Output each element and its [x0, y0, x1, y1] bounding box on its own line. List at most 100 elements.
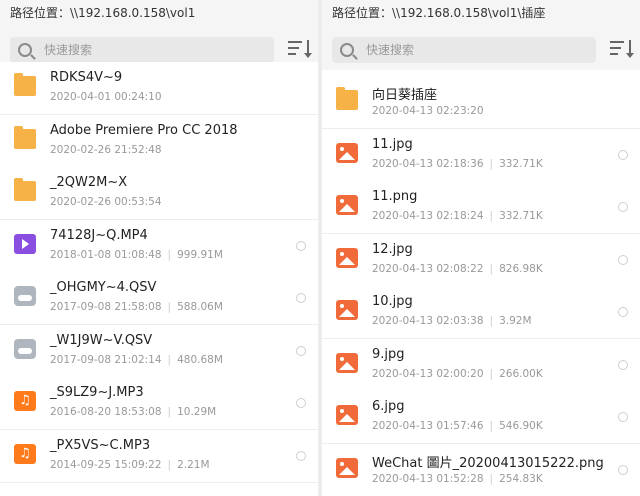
file-row[interactable]: 12.jpg 2020-04-13 02:08:22 | 826.98K	[322, 233, 640, 287]
meta-separator: |	[489, 420, 494, 432]
file-size: 480.68M	[177, 353, 223, 366]
file-name: 6.jpg	[372, 399, 405, 414]
file-date: 2016-08-20 18:53:08	[50, 406, 162, 418]
file-name: 12.jpg	[372, 241, 413, 257]
meta-separator: |	[489, 472, 494, 485]
meta-separator: |	[489, 210, 494, 222]
file-size: 332.71K	[499, 210, 543, 222]
file-row[interactable]: 6.jpg 2020-04-13 01:57:46 | 546.90K	[322, 391, 640, 444]
meta-separator: |	[167, 406, 172, 418]
file-meta: 2017-09-08 21:58:08 | 588.06M	[50, 301, 223, 313]
image-file-icon	[336, 457, 358, 478]
file-row[interactable]: _OHGMY~4.QSV 2017-09-08 21:58:08 | 588.06M	[0, 272, 318, 325]
file-row[interactable]: 11.png 2020-04-13 02:18:24 | 332.71K	[322, 181, 640, 234]
path-label: 路径位置：\\192.168.0.158\vol1	[0, 0, 318, 26]
folder-icon	[14, 178, 36, 201]
cloud-file-icon	[14, 338, 36, 359]
file-name: 向日葵插座	[372, 88, 438, 103]
file-row[interactable]: 9.jpg 2020-04-13 02:00:20 | 266.00K	[322, 338, 640, 392]
search-icon	[340, 43, 354, 57]
image-file-icon	[336, 247, 358, 268]
file-date: 2017-09-08 21:02:14	[50, 353, 162, 366]
sort-icon	[288, 41, 302, 43]
select-checkbox[interactable]	[296, 293, 306, 303]
video-file-icon	[14, 233, 36, 254]
sort-icon	[610, 41, 624, 43]
select-checkbox[interactable]	[618, 254, 628, 265]
file-row[interactable]: Adobe Premiere Pro CC 2018 2020-02-26 21:…	[0, 114, 318, 168]
file-row[interactable]: _W1J9W~V.QSV 2017-09-08 21:02:14 | 480.68M	[0, 324, 318, 378]
select-checkbox[interactable]	[618, 307, 628, 317]
file-name: 9.jpg	[372, 346, 405, 362]
file-row[interactable]: WeChat 圖片_20200413015222.png 2020-04-13 0…	[322, 443, 640, 496]
file-date: 2020-04-13 02:00:20	[372, 367, 484, 380]
file-row[interactable]: _2QW2M~X 2020-02-26 00:53:54	[0, 167, 318, 220]
file-meta: 2018-01-08 01:08:48 | 999.91M	[50, 249, 223, 261]
meta-separator: |	[167, 353, 172, 366]
file-date: 2018-01-08 01:08:48	[50, 248, 162, 261]
image-file-icon	[336, 352, 358, 373]
file-row[interactable]: _PX5VS~C.MP3 2014-09-25 15:09:22 | 2.21M	[0, 429, 318, 483]
file-size: 999.91M	[177, 248, 223, 261]
file-size: 826.98K	[499, 262, 543, 275]
select-checkbox[interactable]	[296, 240, 306, 251]
file-name: _W1J9W~V.QSV	[50, 332, 153, 348]
sort-button[interactable]	[288, 40, 312, 58]
file-size: 332.71K	[499, 157, 543, 170]
file-date: 2020-04-13 02:18:36	[372, 157, 484, 170]
search-placeholder: 快速搜索	[366, 43, 415, 57]
file-size: 254.83K	[499, 472, 543, 485]
file-meta: 2020-02-26 21:52:48	[50, 144, 162, 156]
file-meta: 2020-02-26 00:53:54	[50, 196, 162, 208]
search-row: 快速搜索	[322, 26, 640, 70]
file-row[interactable]: 11.jpg 2020-04-13 02:18:36 | 332.71K	[322, 128, 640, 182]
select-checkbox[interactable]	[296, 450, 306, 461]
file-size: 546.90K	[499, 420, 543, 432]
select-checkbox[interactable]	[618, 202, 628, 212]
image-file-icon	[336, 300, 358, 320]
file-name: _2QW2M~X	[50, 175, 128, 190]
search-input[interactable]: 快速搜索	[332, 37, 596, 63]
file-name: _OHGMY~4.QSV	[50, 280, 157, 295]
meta-separator: |	[489, 315, 494, 327]
file-size: 588.06M	[177, 301, 223, 313]
file-size: 266.00K	[499, 367, 543, 380]
file-name: WeChat 圖片_20200413015222.png	[372, 455, 604, 471]
search-icon	[18, 43, 32, 57]
file-row[interactable]: 74128J~Q.MP4 2018-01-08 01:08:48 | 999.91M	[0, 219, 318, 273]
sort-button[interactable]	[610, 40, 634, 58]
image-file-icon	[336, 142, 358, 163]
image-file-icon	[336, 405, 358, 425]
file-row[interactable]: _S9LZ9~J.MP3 2016-08-20 18:53:08 | 10.29M	[0, 377, 318, 430]
file-name: 74128J~Q.MP4	[50, 227, 148, 243]
file-name: _PX5VS~C.MP3	[50, 437, 151, 453]
select-checkbox[interactable]	[296, 345, 306, 356]
file-date: 2020-04-13 02:18:24	[372, 210, 484, 222]
select-checkbox[interactable]	[618, 149, 628, 160]
file-row[interactable]: 10.jpg 2020-04-13 02:03:38 | 3.92M	[322, 286, 640, 339]
select-checkbox[interactable]	[618, 464, 628, 475]
left-file-pane: 路径位置：\\192.168.0.158\vol1 快速搜索 RDKS4V~9 2…	[0, 0, 318, 496]
select-checkbox[interactable]	[296, 398, 306, 408]
search-input[interactable]: 快速搜索	[10, 37, 274, 63]
search-placeholder: 快速搜索	[44, 43, 93, 57]
right-file-pane: 路径位置：\\192.168.0.158\vol1\插座 快速搜索 向日葵插座 2…	[322, 0, 640, 496]
meta-separator: |	[167, 301, 172, 313]
select-checkbox[interactable]	[618, 359, 628, 370]
file-meta: 2020-04-13 02:00:20 | 266.00K	[372, 368, 543, 380]
path-label: 路径位置：\\192.168.0.158\vol1\插座	[322, 0, 640, 26]
file-meta: 2020-04-13 01:57:46 | 546.90K	[372, 420, 543, 432]
file-row[interactable]: 向日葵插座 2020-04-13 02:23:20	[322, 76, 640, 129]
meta-separator: |	[167, 458, 172, 471]
file-date: 2020-04-13 02:03:38	[372, 315, 484, 327]
file-size: 10.29M	[177, 406, 217, 418]
folder-icon	[14, 73, 36, 96]
file-date: 2020-04-13 01:57:46	[372, 420, 484, 432]
file-meta: 2020-04-13 02:03:38 | 3.92M	[372, 315, 532, 327]
file-date: 2014-09-25 15:09:22	[50, 458, 162, 471]
file-row[interactable]: RDKS4V~9 2020-04-01 00:24:10	[0, 62, 318, 115]
select-checkbox[interactable]	[618, 412, 628, 422]
meta-separator: |	[489, 157, 494, 170]
music-file-icon	[14, 391, 36, 411]
file-name: RDKS4V~9	[50, 70, 123, 85]
